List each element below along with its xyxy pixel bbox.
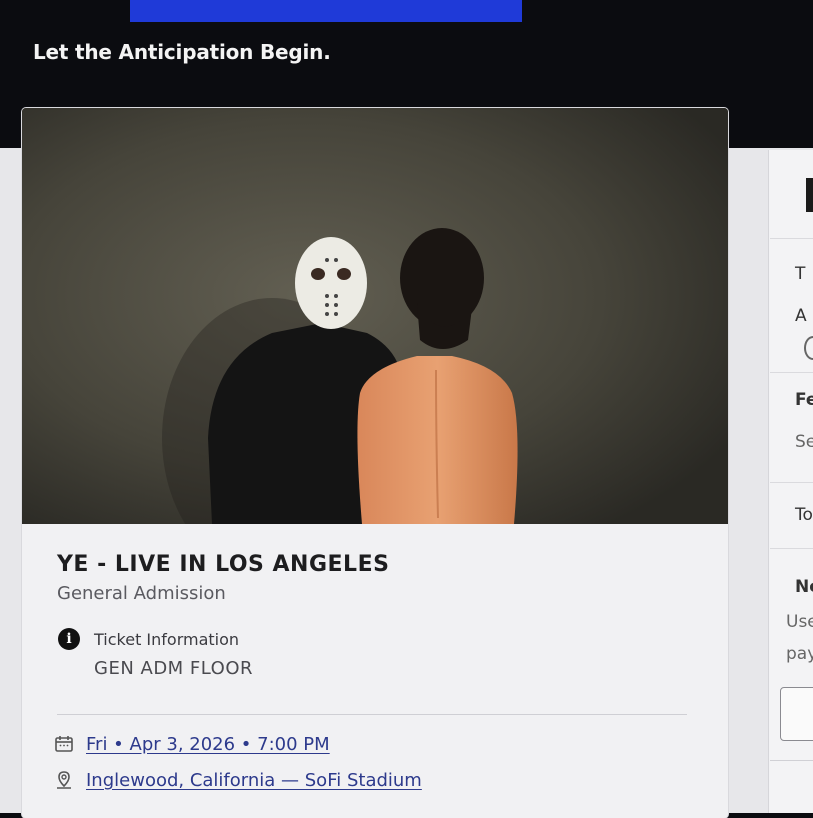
side-panel-header-bar (806, 178, 813, 212)
side-label-8: pay (786, 644, 813, 664)
side-label-7: Use (786, 612, 813, 632)
side-label-4: Se (795, 432, 813, 452)
tagline: Let the Anticipation Begin. (33, 40, 331, 64)
side-divider (770, 760, 813, 761)
event-title: YE - LIVE IN LOS ANGELES (57, 552, 390, 577)
side-input-box[interactable] (780, 687, 813, 741)
event-venue-link[interactable]: Inglewood, California — SoFi Stadium (86, 770, 422, 791)
divider (57, 714, 687, 715)
side-label-5: To (795, 505, 813, 525)
event-hero-illustration (22, 108, 728, 578)
event-hero-image (22, 108, 728, 578)
side-divider (770, 372, 813, 373)
side-label-3: Fe (795, 390, 813, 410)
top-banner (130, 0, 522, 22)
calendar-icon (54, 734, 74, 754)
side-label-2: A (795, 306, 807, 326)
location-pin-icon (54, 770, 74, 790)
event-date-link[interactable]: Fri • Apr 3, 2026 • 7:00 PM (86, 734, 330, 755)
event-card: YE - LIVE IN LOS ANGELES General Admissi… (22, 108, 728, 818)
side-divider (770, 238, 813, 239)
info-icon: i (58, 628, 80, 650)
side-divider (770, 548, 813, 549)
admission-type: General Admission (57, 583, 226, 604)
side-label-6: Ne (795, 577, 813, 597)
ticket-info-label: Ticket Information (94, 630, 240, 649)
side-divider (770, 482, 813, 483)
side-label-1: T (795, 264, 806, 284)
ticket-info-value: GEN ADM FLOOR (94, 658, 254, 679)
